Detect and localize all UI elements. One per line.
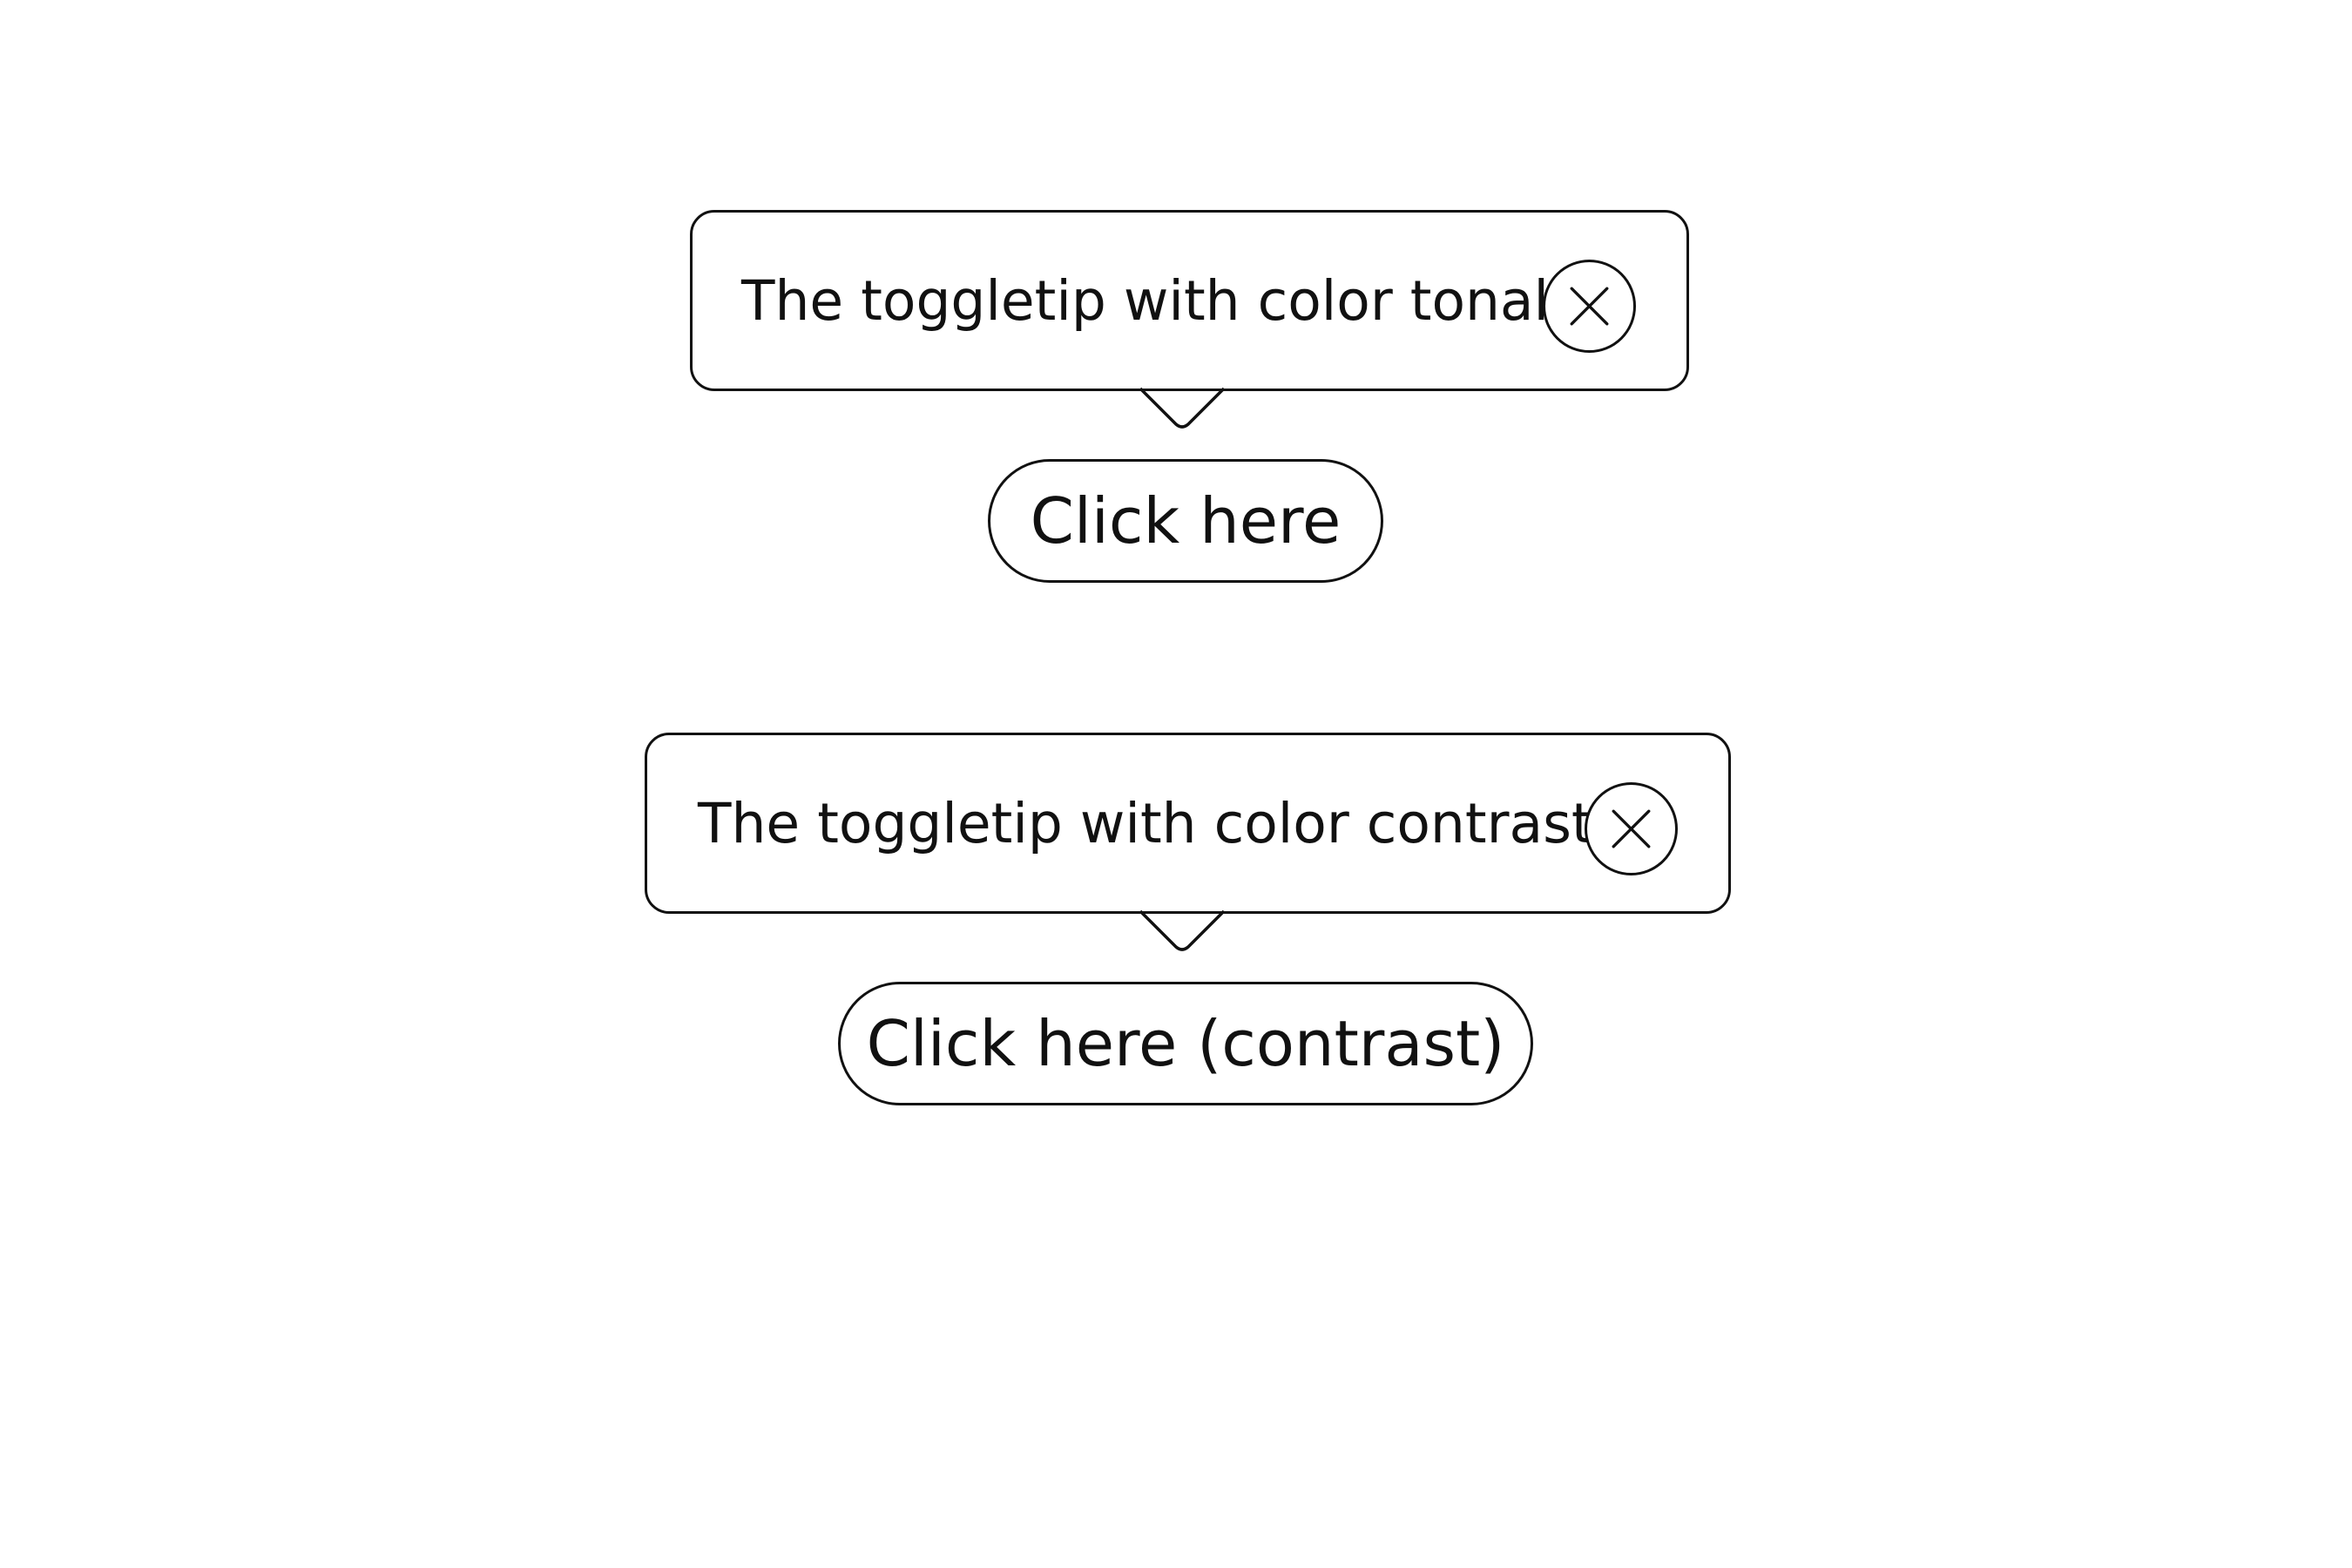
close-x-icon [1612,809,1651,848]
toggletip-contrast-close-button[interactable] [1585,782,1678,875]
toggletip-contrast-bubble: The toggletip with color contrast. [645,733,1731,914]
toggletip-contrast-message: The toggletip with color contrast. [698,791,1611,855]
close-x-icon [1570,287,1609,326]
toggletip-contrast-trigger-button[interactable]: Click here (contrast) [838,982,1533,1105]
toggletip-tonal-trigger-button[interactable]: Click here [988,459,1383,583]
toggletip-tonal-bubble: The toggletip with color tonal. [690,210,1689,391]
toggletip-tonal-arrow [1137,387,1227,432]
toggletip-tonal-message: The toggletip with color tonal. [741,268,1567,333]
toggletip-contrast-arrow [1137,909,1227,955]
toggletip-tonal-close-button[interactable] [1543,260,1636,353]
